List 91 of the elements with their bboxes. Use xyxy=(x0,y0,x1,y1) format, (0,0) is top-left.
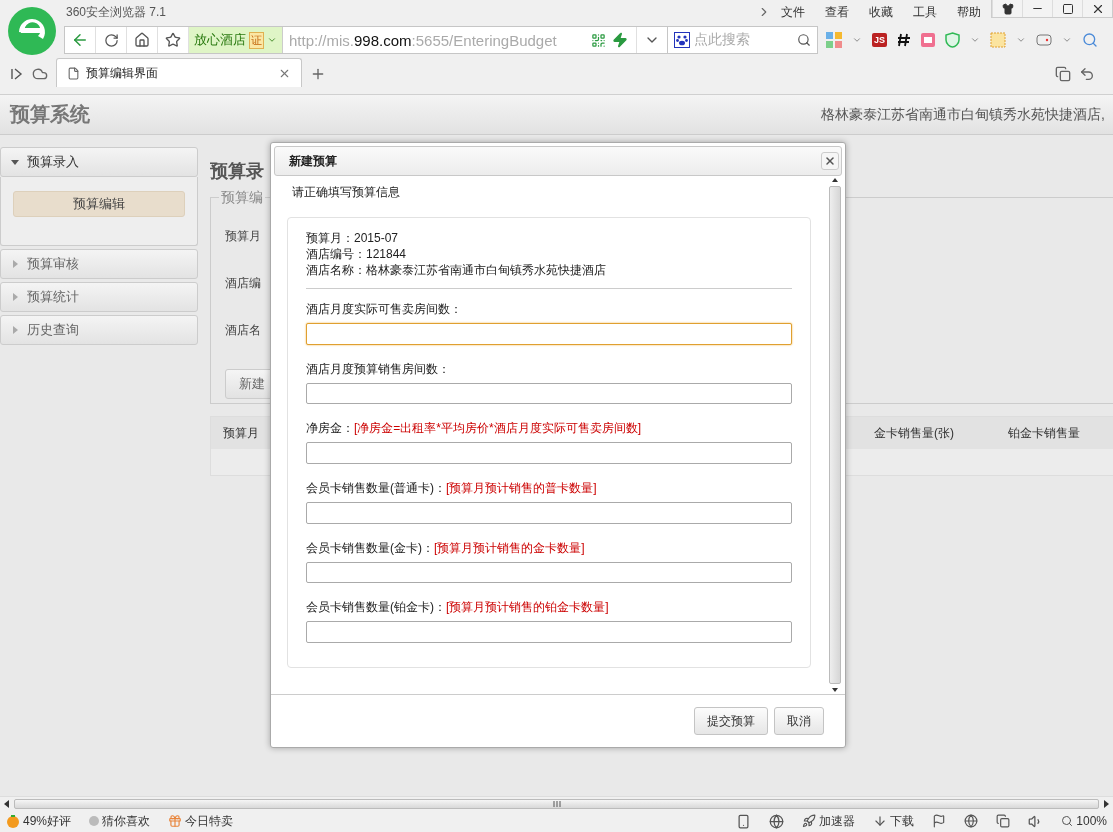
ticket-icon[interactable] xyxy=(921,33,935,47)
input-field[interactable] xyxy=(306,323,792,345)
app-title: 预算系统 xyxy=(10,102,90,127)
fruit-icon xyxy=(6,814,20,828)
grip-icon xyxy=(552,800,561,807)
caret-right-icon xyxy=(11,326,19,334)
input-field[interactable] xyxy=(306,561,792,584)
form-label: 预算月 xyxy=(225,228,261,245)
info-line: 预算月：2015-07 xyxy=(306,230,400,246)
site-badge[interactable]: 放心酒店 证 xyxy=(189,27,283,53)
field-label: 会员卡销售数量(普通卡)：[预算月预计销售的普卡数量] xyxy=(306,480,598,497)
caret-right-icon xyxy=(11,293,19,301)
url-text: http://mis.998.com:5655/EnteringBudget xyxy=(289,31,558,49)
column-header: 金卡销售量(张) xyxy=(873,424,955,442)
address-bar[interactable]: 放心酒店 证 http://mis.998.com:5655/EnteringBudget xyxy=(64,26,668,54)
zoom-level[interactable]: 100% xyxy=(1061,814,1107,828)
fieldset-legend: 预算编 xyxy=(219,189,265,207)
accordion-header[interactable]: 预算录入 xyxy=(0,147,198,177)
paw-icon xyxy=(674,32,690,48)
scroll-right-icon[interactable] xyxy=(1103,799,1109,808)
field-label: 酒店月度预算销售房间数： xyxy=(306,360,451,378)
cert-badge: 证 xyxy=(249,31,264,49)
section-heading: 预算录 xyxy=(210,160,264,183)
search-icon[interactable] xyxy=(797,33,811,47)
hotel-name-text: 格林豪泰江苏省南通市白甸镇秀水苑快捷酒店, xyxy=(821,105,1105,124)
globe-icon[interactable] xyxy=(769,813,785,829)
flag-icon[interactable] xyxy=(932,814,947,828)
reload-icon xyxy=(103,32,119,48)
input-field[interactable] xyxy=(306,442,792,464)
window-title: 360安全浏览器 7.1 xyxy=(66,3,167,21)
info-line: 酒店编号：121844 xyxy=(306,246,408,262)
input-field[interactable] xyxy=(306,502,792,524)
download-item[interactable]: 下载 xyxy=(873,812,915,830)
input-field[interactable] xyxy=(306,382,792,405)
qr-code-icon[interactable] xyxy=(591,32,606,48)
gift-icon xyxy=(168,814,183,828)
caret-right-icon xyxy=(11,260,19,268)
phone-icon[interactable] xyxy=(736,813,752,829)
window-icon[interactable] xyxy=(996,814,1011,828)
info-line: 酒店名称：格林豪泰江苏省南通市白甸镇秀水苑快捷酒店 xyxy=(306,262,607,278)
deals-item[interactable]: 今日特卖 xyxy=(168,812,234,830)
menu-item[interactable]: 文件 xyxy=(781,3,805,21)
browser-icon[interactable] xyxy=(964,814,979,828)
sidebar-item[interactable]: 预算编辑 xyxy=(13,191,185,217)
recommend-item[interactable]: 猜你喜欢 xyxy=(89,812,151,830)
menu-item[interactable]: 帮助 xyxy=(957,3,981,21)
scroll-down-icon[interactable] xyxy=(831,686,839,694)
column-header: 铂金卡销售量 xyxy=(1007,424,1081,442)
bolt-icon[interactable] xyxy=(612,32,628,48)
caret-icon xyxy=(267,35,277,45)
column-header: 预算月 xyxy=(222,424,260,442)
field-label: 会员卡销售数量(金卡)：[预算月预计销售的金卡数量] xyxy=(306,539,586,557)
accelerator-item[interactable]: 加速器 xyxy=(802,812,856,830)
accordion-header[interactable]: 预算审核 xyxy=(0,249,198,279)
cancel-button[interactable]: 取消 xyxy=(774,707,824,735)
form-label: 酒店名 xyxy=(225,322,261,339)
input-field[interactable] xyxy=(306,621,792,644)
submit-button[interactable]: 提交预算 xyxy=(694,707,768,735)
menu-item[interactable]: 收藏 xyxy=(869,3,893,21)
accordion-header[interactable]: 历史查询 xyxy=(0,315,198,345)
js-extension-icon[interactable]: JS xyxy=(872,33,887,47)
page-icon xyxy=(67,66,80,80)
form-label: 酒店编 xyxy=(225,275,261,292)
rating-item[interactable]: 49%好评 xyxy=(6,812,72,830)
intro-text: 请正确填写预算信息 xyxy=(292,184,401,201)
scroll-left-icon[interactable] xyxy=(4,799,10,808)
zoom-icon[interactable] xyxy=(1082,32,1098,48)
field-label: 净房金：[净房金=出租率*平均房价*酒店月度实际可售卖房间数] xyxy=(306,420,642,438)
home-icon xyxy=(134,32,150,48)
accordion-header[interactable]: 预算统计 xyxy=(0,282,198,312)
field-label: 酒店月度实际可售卖房间数： xyxy=(306,301,463,318)
dot-icon xyxy=(89,816,100,826)
browser-logo-icon xyxy=(7,6,57,56)
shield-icon[interactable] xyxy=(945,32,960,48)
browser-tab[interactable]: 预算编辑界面 xyxy=(56,58,302,87)
hash-icon[interactable] xyxy=(897,33,911,47)
gamepad-icon[interactable] xyxy=(1036,33,1052,47)
dialog-title: 新建预算 xyxy=(289,152,337,170)
menu-item[interactable]: 工具 xyxy=(913,3,937,21)
maximize-icon xyxy=(1061,2,1074,15)
horizontal-scrollbar[interactable] xyxy=(0,796,1113,810)
caret-down-icon xyxy=(11,158,19,166)
rocket-icon xyxy=(802,814,817,828)
shirt-icon xyxy=(1001,2,1014,15)
close-icon xyxy=(824,155,836,167)
field-label: 会员卡销售数量(铂金卡)：[预算月预计销售的铂金卡数量] xyxy=(306,599,610,617)
star-icon xyxy=(165,32,181,48)
magnifier-icon xyxy=(1061,815,1074,827)
menu-item[interactable]: 查看 xyxy=(825,3,849,21)
close-button[interactable] xyxy=(821,152,839,170)
vertical-scrollbar[interactable] xyxy=(827,176,843,694)
